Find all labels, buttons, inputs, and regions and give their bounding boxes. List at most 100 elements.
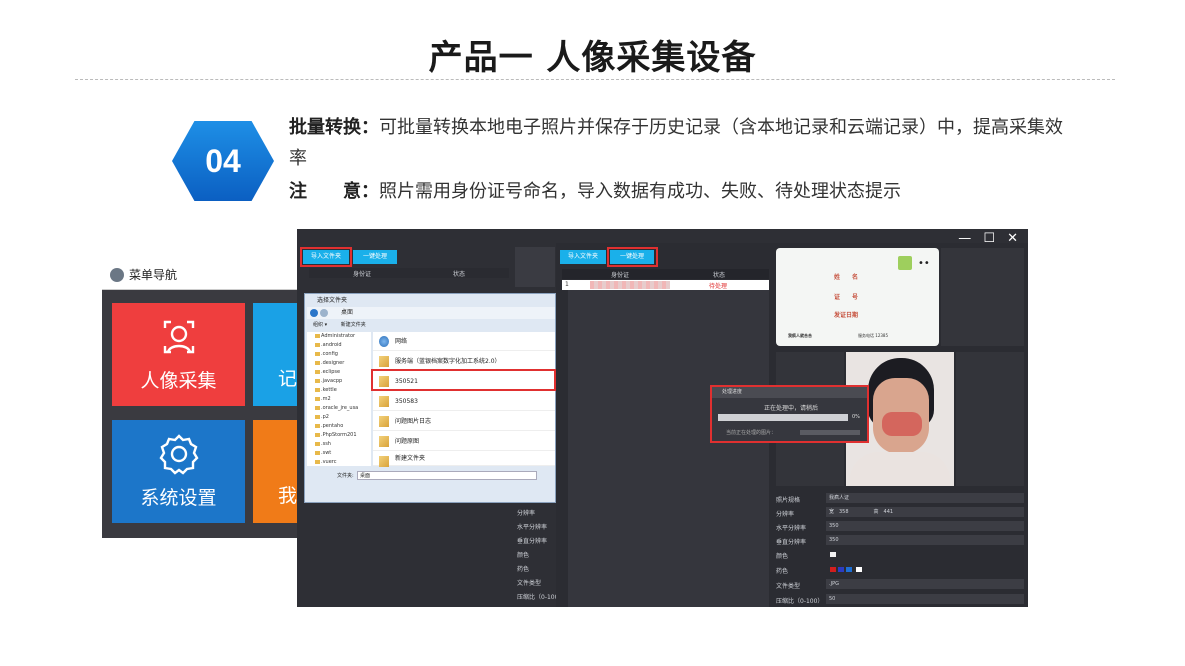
highlight-folder	[371, 369, 556, 391]
highlight-process	[607, 247, 658, 267]
col-id: 身份证	[353, 271, 372, 278]
prop-label: 药色	[776, 568, 789, 575]
card-footer-left: 我疯人就合合	[788, 333, 812, 338]
tree-item[interactable]: .android	[307, 341, 371, 350]
tile-label: 系统设置	[140, 487, 217, 509]
tile-portrait-capture[interactable]: 人像采集	[112, 303, 245, 406]
prop-label: 颜色	[776, 553, 789, 560]
tree-item[interactable]: .pentaho	[307, 422, 371, 431]
folder-item[interactable]: 问题原图	[373, 432, 555, 451]
id-card-preview: •• 姓 名 证 号 发证日期 我疯人就合合 服务电话 12385	[776, 248, 939, 346]
color-blue[interactable]	[838, 567, 844, 572]
menu-header: 菜单导航	[102, 260, 317, 290]
progress-bar	[718, 414, 848, 421]
folder-item[interactable]: 问题图片日志	[373, 412, 555, 431]
color-swatch[interactable]	[830, 552, 836, 557]
back-icon[interactable]	[310, 309, 318, 317]
tree-item[interactable]: .oracle_jre_usa	[307, 404, 371, 413]
tree-item[interactable]: .config	[307, 350, 371, 359]
folder-tree[interactable]: Administrator .android .config .designer…	[307, 332, 371, 466]
row-number: 1	[565, 281, 569, 288]
desc-text-1: 可批量转换本地电子照片并保存于历史记录（含本地记录和云端记录）中，提高采集效率	[289, 117, 1063, 169]
progress-title: 处理进度	[712, 387, 867, 398]
file-type-select[interactable]: .JPG	[826, 579, 1024, 589]
progress-percent: 0%	[852, 414, 860, 420]
organize-menu[interactable]: 组织 ▾	[313, 322, 327, 328]
tree-item[interactable]: .swt	[307, 449, 371, 458]
address-bar[interactable]: 桌面	[307, 307, 555, 319]
highlight-import	[300, 247, 352, 267]
card-emblem-icon	[898, 256, 912, 270]
row-id-blurred	[590, 281, 670, 289]
prop-label: 文件类型	[776, 583, 801, 590]
folder-item[interactable]: 350583	[373, 392, 555, 411]
prop-label: 文件类型	[517, 580, 542, 587]
tree-item[interactable]: .designer	[307, 359, 371, 368]
tree-item[interactable]: .eclipse	[307, 368, 371, 377]
card-id-label: 证 号	[834, 294, 859, 301]
folder-item-network[interactable]: 网络	[373, 332, 555, 351]
desc-text-2: 照片需用身份证号命名，导入数据有成功、失败、待处理状态提示	[379, 181, 901, 202]
step-number: 04	[205, 142, 241, 179]
card-date-label: 发证日期	[834, 312, 859, 319]
compression-field[interactable]: 50	[826, 594, 1024, 604]
tree-item[interactable]: .PhpStorm201	[307, 431, 371, 440]
prop-label: 分辨率	[776, 511, 795, 518]
v-resolution-field[interactable]: 350	[826, 535, 1024, 545]
folder-input[interactable]: 桌面	[357, 471, 537, 480]
prop-label: 照片规格	[776, 497, 801, 504]
prop-label: 水平分辨率	[776, 525, 807, 532]
dialog-footer: 文件夹: 桌面	[307, 470, 555, 482]
folder-dialog: 选择文件夹 桌面 组织 ▾ 新建文件夹 Administrator .andro…	[304, 293, 556, 503]
tile-system-settings[interactable]: 系统设置	[112, 420, 245, 523]
folder-item[interactable]: 新建文件夹	[373, 452, 555, 467]
table-header-2	[562, 269, 769, 279]
prop-label: 垂直分辨率	[517, 538, 548, 545]
prop-label: 垂直分辨率	[776, 539, 807, 546]
prop-label: 分辨率	[517, 510, 536, 517]
desc-line-1: 批量转换：可批量转换本地电子照片并保存于历史记录（含本地记录和云端记录）中，提高…	[289, 112, 1079, 174]
step-badge: 04	[172, 121, 274, 201]
card-name-label: 姓 名	[834, 274, 859, 281]
tree-item[interactable]: .ssh	[307, 440, 371, 449]
photo-spec-select[interactable]: 我疯人证	[826, 493, 1024, 503]
title-divider	[75, 79, 1115, 80]
new-folder-button[interactable]: 新建文件夹	[341, 322, 366, 328]
table-body	[568, 290, 769, 607]
desc-line-2: 注 意：照片需用身份证号命名，导入数据有成功、失败、待处理状态提示	[289, 176, 1079, 207]
menu-title: 菜单导航	[129, 268, 178, 282]
batch-process-button[interactable]: 一键处理	[353, 250, 397, 264]
tree-item[interactable]: .javacpp	[307, 377, 371, 386]
tree-item[interactable]: .p2	[307, 413, 371, 422]
tree-item[interactable]: Administrator	[307, 332, 371, 341]
import-folder-button-2[interactable]: 导入文件夹	[560, 250, 606, 264]
folder-list: 网络 服务端（蓝银档案数字化加工系统2.0） 350521 350583 问题图…	[373, 332, 555, 467]
tree-item[interactable]: .vuerc	[307, 458, 371, 467]
tree-item[interactable]: .m2	[307, 395, 371, 404]
progress-dialog: 处理进度 正在处理中，请稍后 0% 当前正在处理的图片：	[710, 385, 869, 443]
progress-current-file: 当前正在处理的图片：	[726, 430, 777, 436]
resolution-field[interactable]: 宽 358 高 441	[826, 507, 1024, 517]
menu-window: 菜单导航 人像采集 记 系统设置 我	[102, 260, 323, 538]
prop-label: 压缩比（0-100）	[776, 598, 824, 605]
color-white[interactable]	[856, 567, 862, 572]
color-red[interactable]	[830, 567, 836, 572]
user-face-icon	[163, 320, 194, 354]
dialog-toolbar: 组织 ▾ 新建文件夹	[307, 320, 555, 330]
tree-item[interactable]: .kettle	[307, 386, 371, 395]
col-status-2: 状态	[713, 272, 726, 279]
feature-description: 批量转换：可批量转换本地电子照片并保存于历史记录（含本地记录和云端记录）中，提高…	[289, 112, 1079, 209]
face-pixelated	[882, 412, 922, 436]
card-dots: ••	[918, 258, 930, 269]
preview-placeholder	[515, 247, 555, 287]
prop-label: 药色	[517, 566, 530, 573]
forward-icon[interactable]	[320, 309, 328, 317]
h-resolution-field[interactable]: 350	[826, 521, 1024, 531]
card-preview-side	[941, 248, 1024, 346]
desc-label-1: 批量转换：	[289, 117, 379, 138]
photo-right-area	[956, 352, 1024, 486]
color-blue-2[interactable]	[846, 567, 852, 572]
tile-label: 我	[278, 485, 298, 507]
address-value: 桌面	[341, 309, 354, 316]
folder-label: 文件夹:	[337, 473, 354, 479]
